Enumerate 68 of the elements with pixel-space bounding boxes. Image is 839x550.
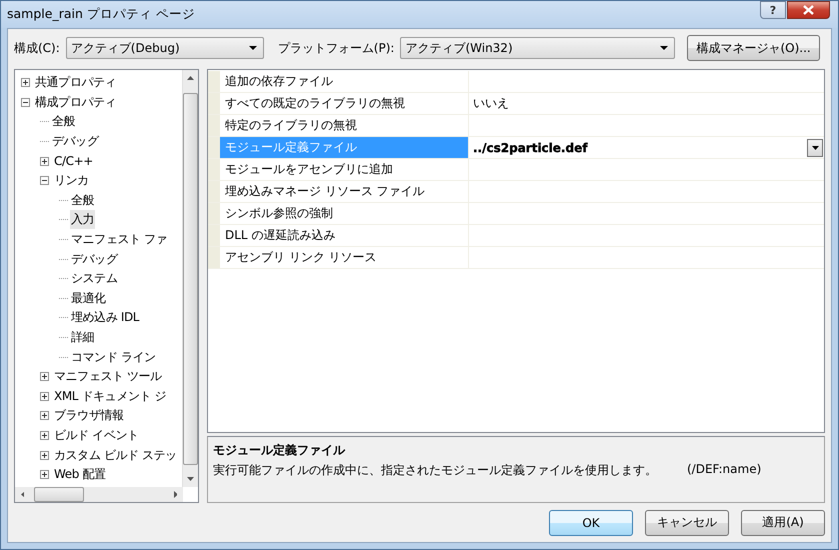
caret-icon	[660, 46, 668, 50]
expand-icon[interactable]	[40, 392, 49, 401]
scrollbar-thumb[interactable]	[183, 92, 198, 464]
collapse-icon[interactable]	[40, 176, 49, 186]
window-title: sample_rain プロパティ ページ	[7, 6, 195, 23]
expand-icon[interactable]	[21, 78, 30, 88]
description-title: モジュール定義ファイル	[213, 442, 346, 459]
platform-label: プラットフォーム(P):	[278, 40, 394, 56]
dialog-button[interactable]: キャンセル	[645, 510, 729, 536]
property-name[interactable]: 追加の依存ファイル	[220, 71, 469, 92]
down-arrow-icon	[187, 477, 194, 481]
expand-icon[interactable]	[40, 372, 49, 382]
property-name[interactable]: すべての既定のライブラリの無視	[220, 93, 469, 114]
expand-icon[interactable]	[40, 450, 49, 460]
expand-icon[interactable]	[40, 430, 49, 440]
property-name[interactable]: 埋め込みマネージ リソース ファイル	[220, 181, 469, 202]
tree-item[interactable]: マニフェスト ツール	[53, 367, 163, 386]
config-label: 構成(C):	[14, 40, 60, 56]
dialog-button[interactable]: OK	[549, 510, 633, 536]
tree-item[interactable]: ブラウザ情報	[53, 406, 125, 426]
tree-item[interactable]: XML ドキュメント ジ	[53, 386, 168, 406]
platform-dropdown[interactable]: アクティブ(Win32)	[400, 37, 676, 59]
caret-icon	[248, 46, 257, 50]
tree-item[interactable]: 全般	[51, 112, 76, 132]
right-arrow-icon	[174, 491, 177, 498]
property-value[interactable]: いいえ	[473, 95, 509, 112]
caret-icon	[812, 146, 818, 150]
tree-item[interactable]: デバッグ	[70, 250, 118, 269]
up-arrow-icon	[187, 76, 194, 80]
description-text: 実行可能ファイルの作成中に、指定されたモジュール定義ファイルを使用します。	[213, 462, 657, 479]
left-arrow-icon	[21, 491, 24, 498]
property-name[interactable]: モジュールをアセンブリに追加	[220, 159, 469, 180]
tree-item[interactable]: コマンド ライン	[70, 348, 157, 367]
close-icon	[803, 5, 814, 15]
tree-item[interactable]: 詳細	[70, 328, 96, 348]
dropdown-button[interactable]	[807, 138, 823, 156]
tree-item[interactable]: リンカ	[53, 171, 90, 190]
dialog-button[interactable]: 適用(A)	[741, 510, 825, 536]
tree-item[interactable]: カスタム ビルド ステッ	[53, 446, 178, 465]
property-value[interactable]: ../cs2particle.def	[473, 140, 588, 154]
tree-item[interactable]: 全般	[70, 190, 96, 210]
tree-item[interactable]: 最適化	[70, 288, 107, 308]
close-button[interactable]	[787, 1, 830, 19]
tree-item[interactable]: システム	[70, 269, 118, 288]
property-name[interactable]: アセンブリ リンク リソース	[220, 247, 469, 268]
config-manager-button[interactable]: 構成マネージャ(O)...	[687, 35, 820, 61]
property-name[interactable]: 特定のライブラリの無視	[220, 115, 469, 136]
tree-item[interactable]: 埋め込み IDL	[70, 308, 140, 328]
property-name[interactable]: DLL の遅延読み込み	[220, 225, 469, 246]
tree-item[interactable]: C/C++	[53, 153, 94, 170]
tree-item[interactable]: Web 配置	[53, 465, 107, 484]
config-dropdown[interactable]: アクティブ(Debug)	[66, 37, 264, 59]
horizontal-scrollbar[interactable]	[15, 487, 183, 502]
expand-icon[interactable]	[40, 411, 49, 420]
help-button[interactable]: ?	[760, 1, 786, 19]
collapse-icon[interactable]	[21, 98, 30, 107]
tree-item[interactable]: 入力	[70, 210, 96, 230]
scrollbar-thumb[interactable]	[34, 487, 84, 502]
expand-icon[interactable]	[40, 470, 49, 480]
tree-item[interactable]: 構成プロパティ	[34, 92, 118, 112]
property-name[interactable]: シンボル参照の強制	[220, 203, 469, 224]
expand-icon[interactable]	[40, 156, 49, 166]
tree-item[interactable]: ビルド イベント	[53, 426, 140, 445]
tree-item[interactable]: マニフェスト ファ	[70, 230, 168, 250]
tree-item[interactable]: 共通プロパティ	[34, 73, 118, 92]
switch-text: (/DEF:name)	[687, 462, 762, 478]
vertical-scrollbar[interactable]	[182, 70, 198, 487]
tree-item[interactable]: デバッグ	[51, 132, 100, 152]
